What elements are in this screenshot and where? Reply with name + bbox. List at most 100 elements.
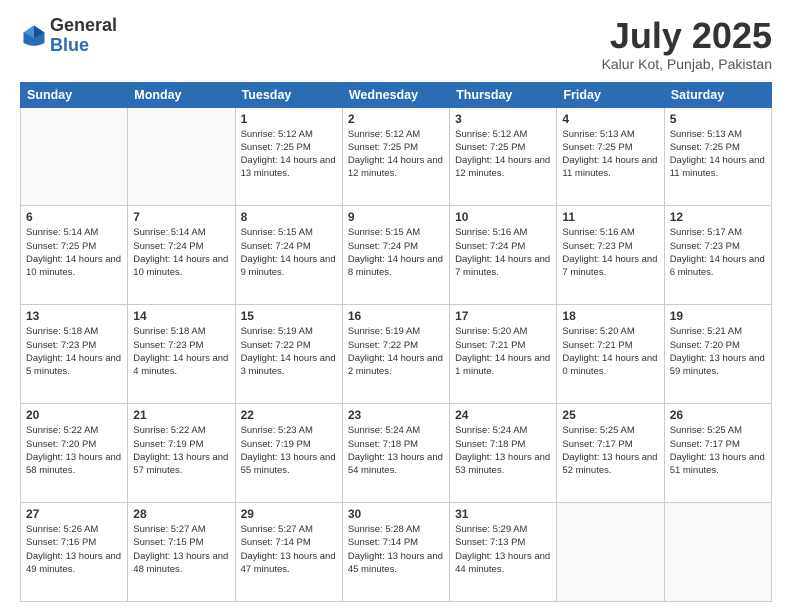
logo-icon: [20, 22, 48, 50]
day-number: 29: [241, 507, 337, 521]
day-info: Sunrise: 5:29 AM Sunset: 7:13 PM Dayligh…: [455, 523, 551, 576]
day-info: Sunrise: 5:14 AM Sunset: 7:25 PM Dayligh…: [26, 226, 122, 279]
day-number: 15: [241, 309, 337, 323]
header: General Blue July 2025 Kalur Kot, Punjab…: [20, 16, 772, 72]
day-number: 20: [26, 408, 122, 422]
day-info: Sunrise: 5:17 AM Sunset: 7:23 PM Dayligh…: [670, 226, 766, 279]
calendar-cell: 26 Sunrise: 5:25 AM Sunset: 7:17 PM Dayli…: [664, 404, 771, 503]
calendar-cell: 5Sunrise: 5:13 AM Sunset: 7:25 PM Daylig…: [664, 107, 771, 206]
calendar-cell: 28 Sunrise: 5:27 AM Sunset: 7:15 PM Dayli…: [128, 503, 235, 602]
day-number: 7: [133, 210, 229, 224]
day-number: 6: [26, 210, 122, 224]
calendar-cell: 11Sunrise: 5:16 AM Sunset: 7:23 PM Dayli…: [557, 206, 664, 305]
col-header-monday: Monday: [128, 82, 235, 107]
day-info: Sunrise: 5:20 AM Sunset: 7:21 PM Dayligh…: [455, 325, 551, 378]
calendar-cell: 6 Sunrise: 5:14 AM Sunset: 7:25 PM Daylig…: [21, 206, 128, 305]
day-number: 22: [241, 408, 337, 422]
day-info: Sunrise: 5:24 AM Sunset: 7:18 PM Dayligh…: [348, 424, 444, 477]
day-number: 17: [455, 309, 551, 323]
day-info: Sunrise: 5:12 AM Sunset: 7:25 PM Dayligh…: [348, 128, 444, 181]
day-info: Sunrise: 5:27 AM Sunset: 7:15 PM Dayligh…: [133, 523, 229, 576]
calendar-cell: 25 Sunrise: 5:25 AM Sunset: 7:17 PM Dayli…: [557, 404, 664, 503]
day-info: Sunrise: 5:20 AM Sunset: 7:21 PM Dayligh…: [562, 325, 658, 378]
day-info: Sunrise: 5:21 AM Sunset: 7:20 PM Dayligh…: [670, 325, 766, 378]
day-info: Sunrise: 5:19 AM Sunset: 7:22 PM Dayligh…: [241, 325, 337, 378]
col-header-tuesday: Tuesday: [235, 82, 342, 107]
calendar-cell: 23Sunrise: 5:24 AM Sunset: 7:18 PM Dayli…: [342, 404, 449, 503]
title-block: July 2025 Kalur Kot, Punjab, Pakistan: [602, 16, 772, 72]
logo-general-text: General: [50, 15, 117, 35]
day-info: Sunrise: 5:15 AM Sunset: 7:24 PM Dayligh…: [348, 226, 444, 279]
day-number: 26: [670, 408, 766, 422]
day-number: 12: [670, 210, 766, 224]
calendar-cell: 2 Sunrise: 5:12 AM Sunset: 7:25 PM Daylig…: [342, 107, 449, 206]
col-header-saturday: Saturday: [664, 82, 771, 107]
day-number: 9: [348, 210, 444, 224]
page: General Blue July 2025 Kalur Kot, Punjab…: [0, 0, 792, 612]
calendar-cell: 22 Sunrise: 5:23 AM Sunset: 7:19 PM Dayli…: [235, 404, 342, 503]
day-number: 13: [26, 309, 122, 323]
day-info: Sunrise: 5:13 AM Sunset: 7:25 PM Dayligh…: [670, 128, 766, 181]
day-number: 1: [241, 112, 337, 126]
calendar-cell: [128, 107, 235, 206]
day-info: Sunrise: 5:23 AM Sunset: 7:19 PM Dayligh…: [241, 424, 337, 477]
logo: General Blue: [20, 16, 117, 56]
day-number: 28: [133, 507, 229, 521]
day-info: Sunrise: 5:18 AM Sunset: 7:23 PM Dayligh…: [133, 325, 229, 378]
calendar-cell: 7 Sunrise: 5:14 AM Sunset: 7:24 PM Daylig…: [128, 206, 235, 305]
day-info: Sunrise: 5:25 AM Sunset: 7:17 PM Dayligh…: [562, 424, 658, 477]
day-number: 14: [133, 309, 229, 323]
day-number: 16: [348, 309, 444, 323]
day-info: Sunrise: 5:13 AM Sunset: 7:25 PM Dayligh…: [562, 128, 658, 181]
day-number: 19: [670, 309, 766, 323]
calendar-cell: 16 Sunrise: 5:19 AM Sunset: 7:22 PM Dayli…: [342, 305, 449, 404]
calendar-cell: 21 Sunrise: 5:22 AM Sunset: 7:19 PM Dayli…: [128, 404, 235, 503]
day-info: Sunrise: 5:24 AM Sunset: 7:18 PM Dayligh…: [455, 424, 551, 477]
calendar-cell: [557, 503, 664, 602]
day-info: Sunrise: 5:16 AM Sunset: 7:24 PM Dayligh…: [455, 226, 551, 279]
calendar-cell: [664, 503, 771, 602]
day-info: Sunrise: 5:12 AM Sunset: 7:25 PM Dayligh…: [455, 128, 551, 181]
calendar-cell: 1 Sunrise: 5:12 AM Sunset: 7:25 PM Daylig…: [235, 107, 342, 206]
calendar-cell: 3 Sunrise: 5:12 AM Sunset: 7:25 PM Daylig…: [450, 107, 557, 206]
day-info: Sunrise: 5:25 AM Sunset: 7:17 PM Dayligh…: [670, 424, 766, 477]
day-info: Sunrise: 5:19 AM Sunset: 7:22 PM Dayligh…: [348, 325, 444, 378]
col-header-thursday: Thursday: [450, 82, 557, 107]
day-number: 3: [455, 112, 551, 126]
day-info: Sunrise: 5:16 AM Sunset: 7:23 PM Dayligh…: [562, 226, 658, 279]
calendar-cell: 17 Sunrise: 5:20 AM Sunset: 7:21 PM Dayli…: [450, 305, 557, 404]
day-info: Sunrise: 5:27 AM Sunset: 7:14 PM Dayligh…: [241, 523, 337, 576]
day-number: 8: [241, 210, 337, 224]
calendar-cell: 9 Sunrise: 5:15 AM Sunset: 7:24 PM Daylig…: [342, 206, 449, 305]
col-header-wednesday: Wednesday: [342, 82, 449, 107]
day-number: 24: [455, 408, 551, 422]
day-number: 30: [348, 507, 444, 521]
day-info: Sunrise: 5:15 AM Sunset: 7:24 PM Dayligh…: [241, 226, 337, 279]
day-info: Sunrise: 5:12 AM Sunset: 7:25 PM Dayligh…: [241, 128, 337, 181]
day-info: Sunrise: 5:22 AM Sunset: 7:20 PM Dayligh…: [26, 424, 122, 477]
calendar-cell: 29 Sunrise: 5:27 AM Sunset: 7:14 PM Dayli…: [235, 503, 342, 602]
day-number: 4: [562, 112, 658, 126]
day-info: Sunrise: 5:14 AM Sunset: 7:24 PM Dayligh…: [133, 226, 229, 279]
day-number: 27: [26, 507, 122, 521]
day-number: 31: [455, 507, 551, 521]
logo-blue-text: Blue: [50, 35, 89, 55]
day-number: 2: [348, 112, 444, 126]
location-subtitle: Kalur Kot, Punjab, Pakistan: [602, 56, 772, 72]
day-number: 18: [562, 309, 658, 323]
calendar-cell: 24 Sunrise: 5:24 AM Sunset: 7:18 PM Dayli…: [450, 404, 557, 503]
col-header-sunday: Sunday: [21, 82, 128, 107]
calendar-cell: 18 Sunrise: 5:20 AM Sunset: 7:21 PM Dayli…: [557, 305, 664, 404]
calendar-cell: 31 Sunrise: 5:29 AM Sunset: 7:13 PM Dayli…: [450, 503, 557, 602]
day-info: Sunrise: 5:22 AM Sunset: 7:19 PM Dayligh…: [133, 424, 229, 477]
calendar-cell: 30 Sunrise: 5:28 AM Sunset: 7:14 PM Dayli…: [342, 503, 449, 602]
calendar-cell: 15 Sunrise: 5:19 AM Sunset: 7:22 PM Dayli…: [235, 305, 342, 404]
calendar-cell: 13 Sunrise: 5:18 AM Sunset: 7:23 PM Dayli…: [21, 305, 128, 404]
day-number: 21: [133, 408, 229, 422]
day-info: Sunrise: 5:18 AM Sunset: 7:23 PM Dayligh…: [26, 325, 122, 378]
calendar-cell: 10Sunrise: 5:16 AM Sunset: 7:24 PM Dayli…: [450, 206, 557, 305]
calendar-cell: 4 Sunrise: 5:13 AM Sunset: 7:25 PM Daylig…: [557, 107, 664, 206]
day-info: Sunrise: 5:28 AM Sunset: 7:14 PM Dayligh…: [348, 523, 444, 576]
calendar-cell: 14 Sunrise: 5:18 AM Sunset: 7:23 PM Dayli…: [128, 305, 235, 404]
day-number: 25: [562, 408, 658, 422]
